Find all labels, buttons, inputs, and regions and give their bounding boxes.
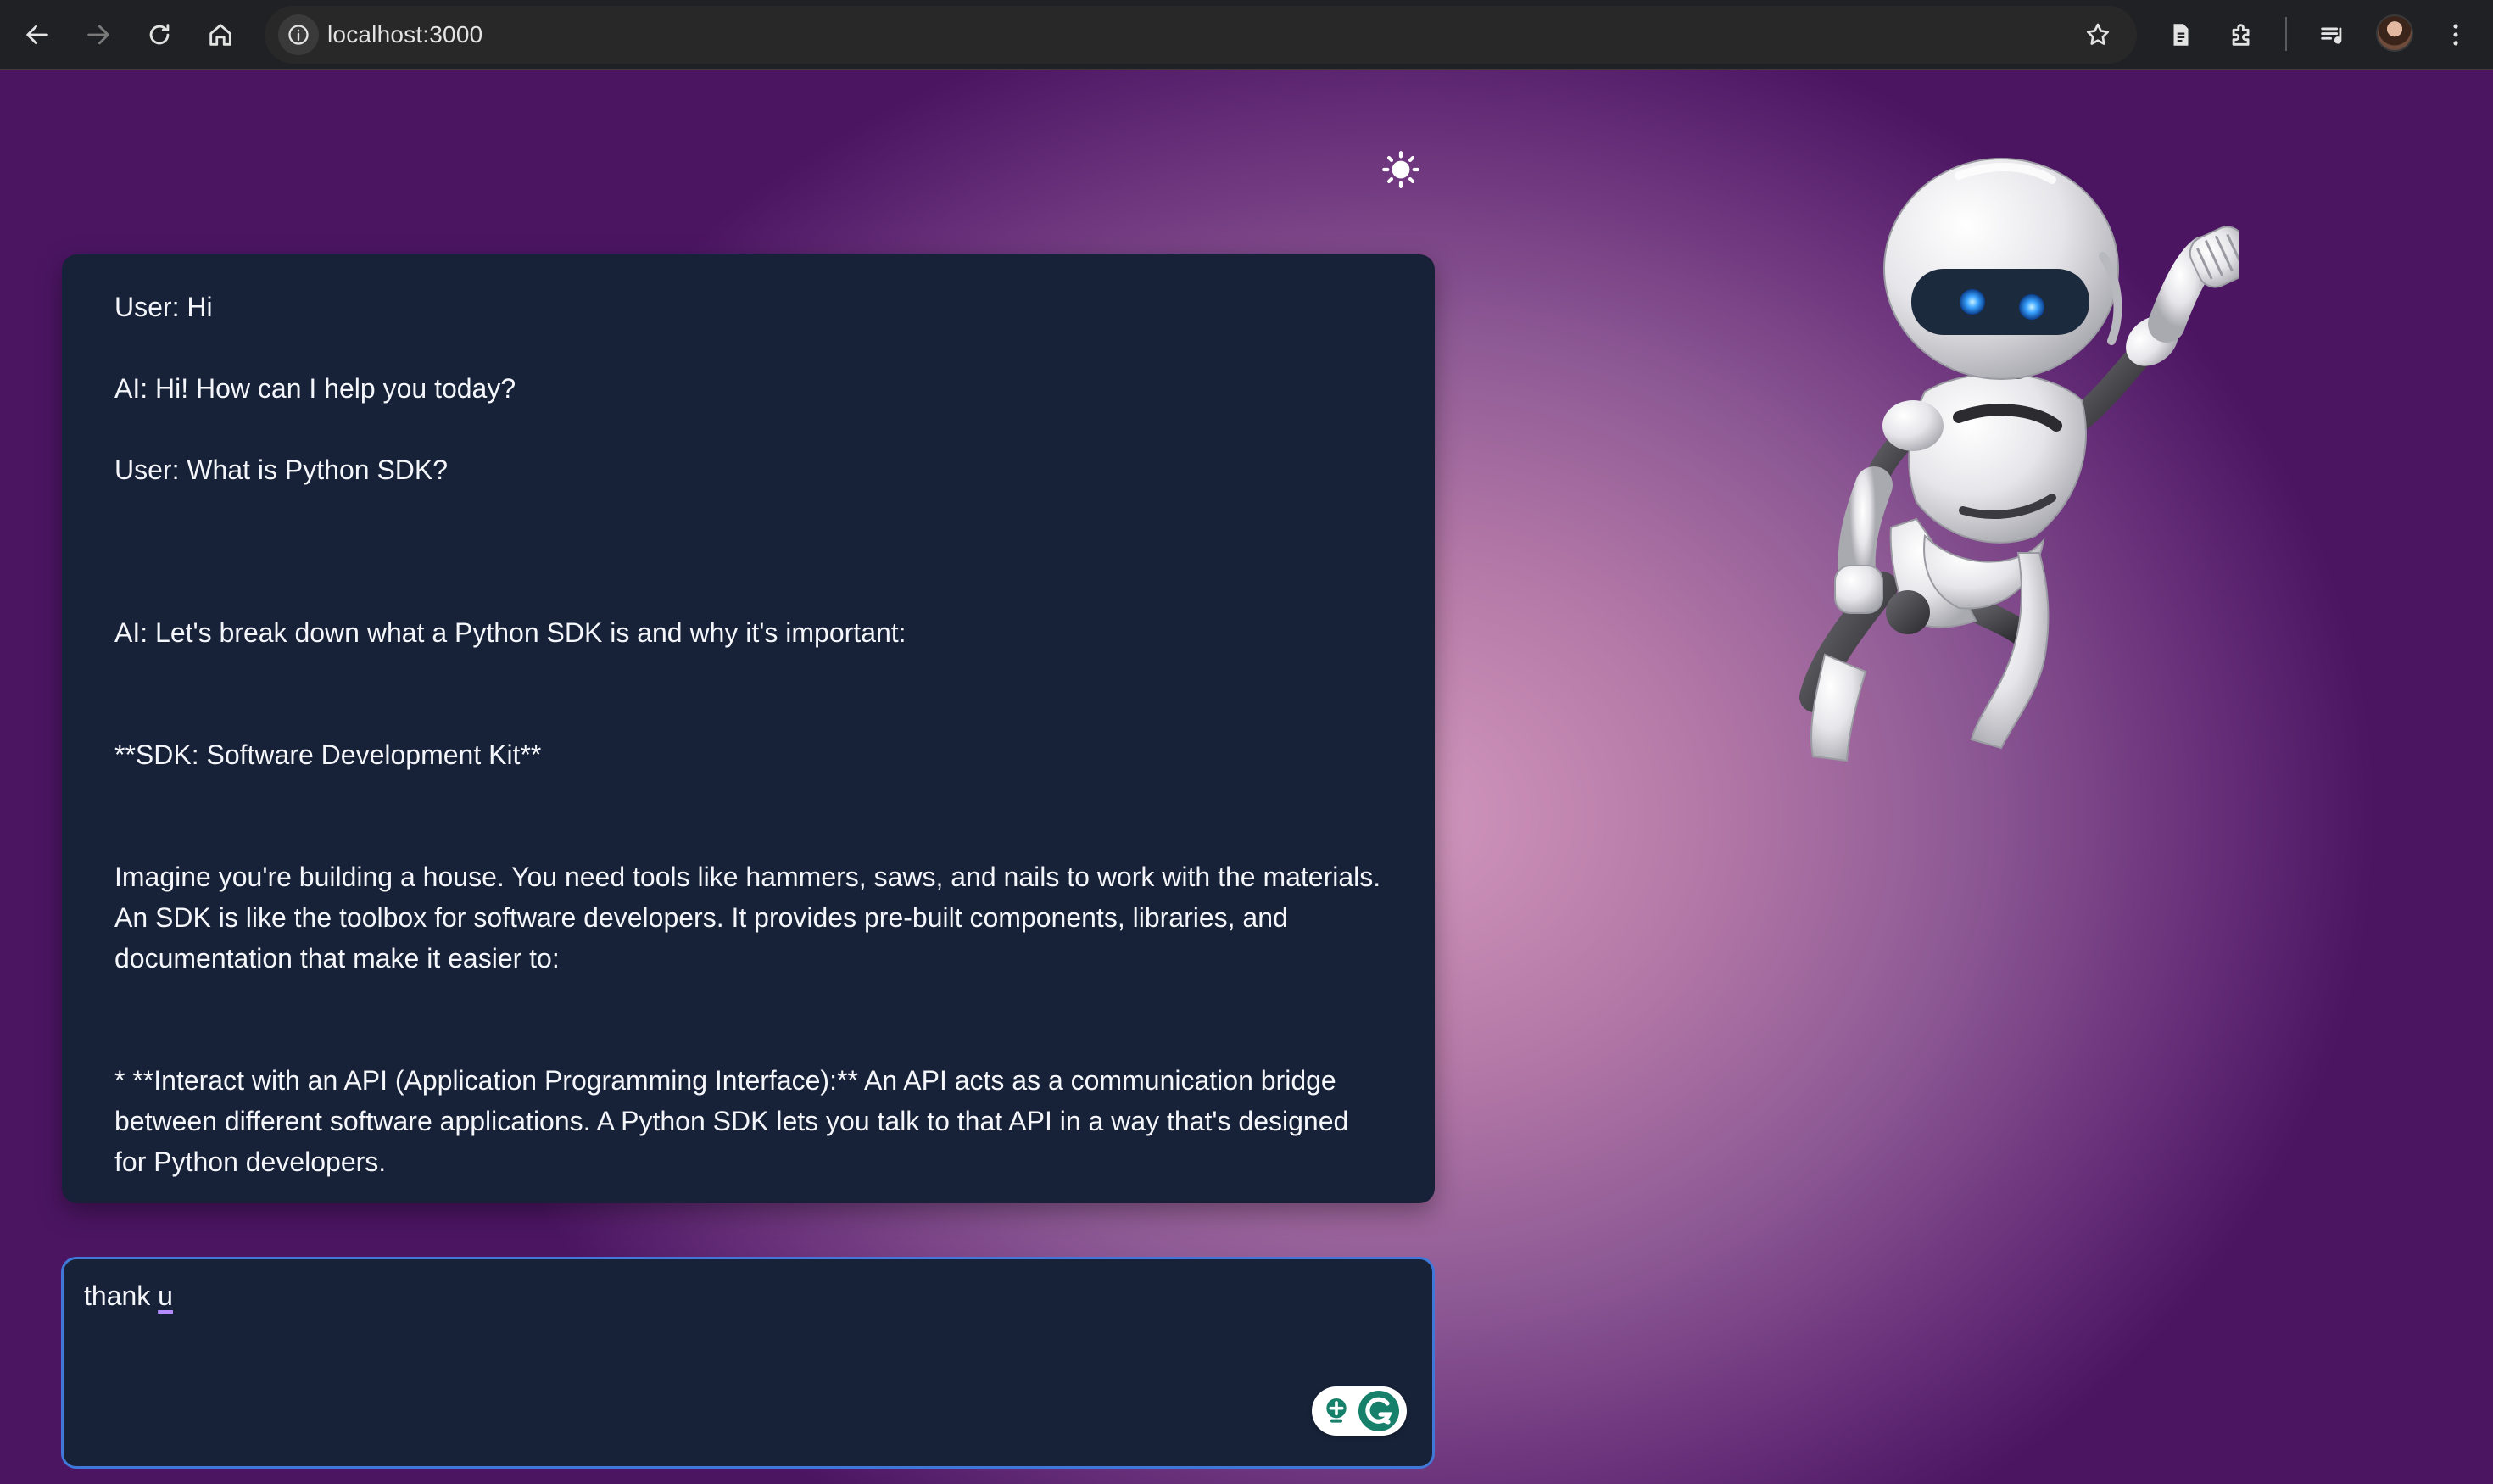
- profile-avatar[interactable]: [2376, 14, 2413, 52]
- more-menu-icon: [2453, 24, 2458, 46]
- back-button[interactable]: [12, 9, 63, 60]
- bookmark-star-icon: [2086, 23, 2110, 45]
- reading-list-icon: [2173, 24, 2189, 46]
- reload-button[interactable]: [134, 9, 185, 60]
- chat-message: User: Hi: [114, 292, 213, 322]
- input-value: thank: [84, 1280, 159, 1311]
- extensions-button[interactable]: [2217, 9, 2267, 60]
- chat-message: * **Interact with an API (Application Pr…: [114, 1065, 1349, 1177]
- url-text[interactable]: localhost:3000: [327, 21, 482, 48]
- chat-message: Imagine you're building a house. You nee…: [114, 862, 1381, 974]
- message-input[interactable]: thank u: [61, 1257, 1435, 1469]
- more-menu-button[interactable]: [2430, 9, 2481, 60]
- forward-icon: [87, 25, 109, 45]
- sun-icon: [1382, 151, 1419, 188]
- chat-message: **SDK: Software Development Kit**: [114, 739, 542, 770]
- address-bar[interactable]: localhost:3000: [265, 6, 2137, 64]
- browser-toolbar: localhost:3000: [0, 0, 2493, 70]
- message-input-text[interactable]: thank u: [84, 1276, 1412, 1315]
- toolbar-divider: [2285, 17, 2287, 51]
- home-button[interactable]: [195, 9, 246, 60]
- robot-illustration: [1799, 158, 2239, 762]
- chat-message: User: What is Python SDK?: [114, 455, 449, 485]
- theme-toggle-button[interactable]: [1377, 146, 1425, 193]
- grammarly-widget[interactable]: [1312, 1386, 1407, 1436]
- bookmark-button[interactable]: [2076, 13, 2120, 57]
- grammarly-suggestion-icon[interactable]: [1319, 1394, 1353, 1428]
- app-page: User: Hi AI: Hi! How can I help you toda…: [0, 70, 2493, 1484]
- site-info-button[interactable]: [278, 14, 319, 55]
- chat-message: AI: Let's break down what a Python SDK i…: [114, 617, 906, 648]
- reading-mode-button[interactable]: [2156, 9, 2206, 60]
- media-control-button[interactable]: [2306, 9, 2357, 60]
- chat-history-panel: User: Hi AI: Hi! How can I help you toda…: [62, 254, 1435, 1203]
- grammarly-logo-icon[interactable]: [1358, 1391, 1399, 1431]
- home-icon: [209, 24, 231, 46]
- forward-button[interactable]: [73, 9, 124, 60]
- back-icon: [26, 25, 48, 45]
- site-info-icon: [288, 25, 309, 45]
- flagged-word[interactable]: u: [158, 1280, 173, 1311]
- media-control-icon: [2321, 27, 2342, 44]
- extensions-icon: [2232, 24, 2250, 46]
- reload-icon: [149, 24, 170, 45]
- chat-message: AI: Hi! How can I help you today?: [114, 373, 516, 404]
